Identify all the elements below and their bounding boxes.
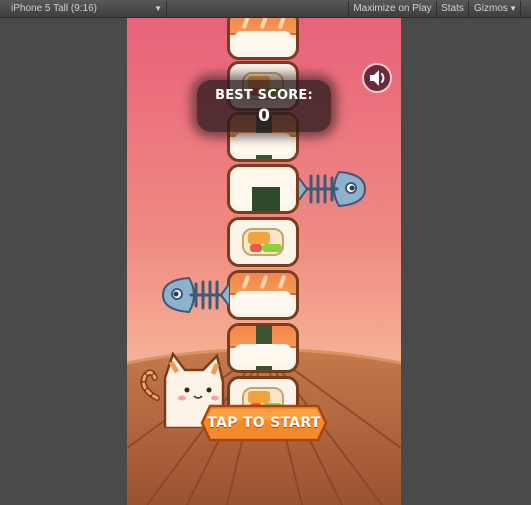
chevron-down-icon: ▼: [509, 4, 517, 13]
fishbone-obstacle-right: [299, 170, 367, 208]
best-score-value: 0: [258, 106, 270, 126]
stats-toggle[interactable]: Stats: [436, 1, 468, 17]
fishbone-obstacle-left: [161, 276, 229, 314]
aspect-ratio-label: iPhone 5 Tall (9:16): [11, 3, 97, 14]
toolbar-divider: [520, 1, 521, 17]
best-score-label: BEST SCORE:: [215, 88, 313, 103]
aspect-ratio-dropdown[interactable]: iPhone 5 Tall (9:16) ▼: [3, 1, 167, 17]
best-score-panel: BEST SCORE: 0: [197, 80, 331, 132]
sushi-salmon-nori: [227, 323, 299, 373]
sushi-salmon: [227, 270, 299, 320]
maximize-on-play-toggle[interactable]: Maximize on Play: [348, 1, 436, 17]
sushi-salmon: [227, 18, 299, 60]
gizmos-label: Gizmos: [474, 3, 508, 14]
tap-to-start-button[interactable]: TAP TO START: [200, 404, 328, 442]
sound-toggle-button[interactable]: [362, 63, 392, 93]
sushi-maki: [227, 217, 299, 267]
gizmos-dropdown[interactable]: Gizmos ▼: [468, 1, 520, 17]
speaker-icon: [370, 70, 385, 86]
tap-to-start-label: TAP TO START: [207, 415, 321, 431]
sushi-onigiri: [227, 164, 299, 214]
game-viewport[interactable]: BEST SCORE: 0 TAP TO START: [127, 18, 401, 505]
chevron-down-icon: ▼: [154, 4, 162, 13]
game-view-toolbar: iPhone 5 Tall (9:16) ▼ Maximize on Play …: [0, 0, 531, 18]
